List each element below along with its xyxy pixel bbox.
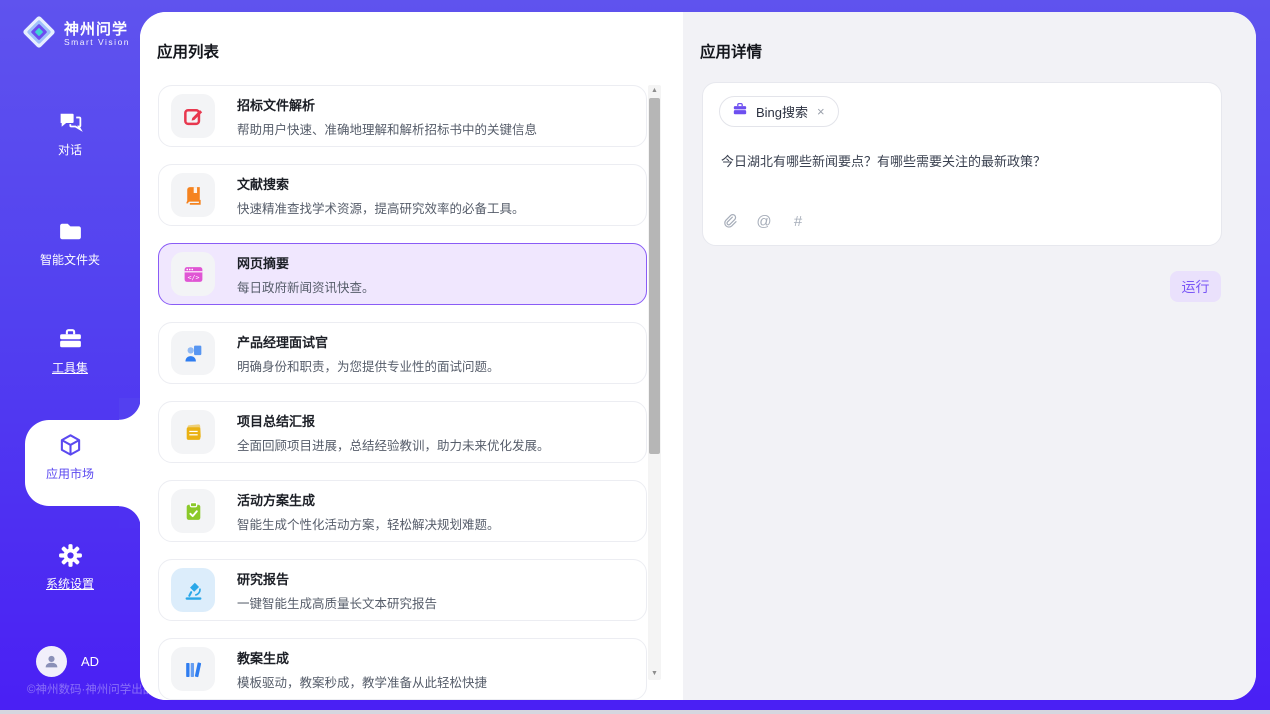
person-icon [42,652,61,671]
app-card[interactable]: 教案生成模板驱动，教案秒成，教学准备从此轻松快捷 [158,638,647,700]
sidebar-item-label: 对话 [58,141,82,158]
browser-code-icon: </> [171,252,215,296]
app-card-description: 一键智能生成高质量长文本研究报告 [237,593,437,612]
book-icon [171,173,215,217]
app-card-description: 全面回顾项目进展，总结经验教训，助力未来优化发展。 [237,435,550,454]
sidebar: 神州问学 Smart Vision 对话智能文件夹工具集应用市场系统设置 AD … [0,0,140,714]
app-detail-panel: 应用详情 Bing搜索 × 今日湖北有哪些新闻要点？有哪些需要关注的最新政策？ … [683,12,1256,700]
diamond-logo-icon [20,13,58,56]
avatar[interactable] [36,646,67,677]
scroll-up-arrow-icon[interactable]: ▲ [648,85,661,97]
sidebar-item-label: 应用市场 [46,465,94,482]
toolbox-icon [57,326,84,353]
sidebar-item-4[interactable]: 应用市场 [0,432,140,482]
sidebar-item-label: 工具集 [52,359,88,376]
clipboard-check-icon [171,489,215,533]
hash-icon[interactable]: # [789,212,807,230]
at-icon[interactable]: @ [755,212,773,230]
prompt-input[interactable]: 今日湖北有哪些新闻要点？有哪些需要关注的最新政策？ [721,151,1205,170]
app-card-title: 文献搜索 [237,174,525,193]
app-list-title: 应用列表 [157,40,219,62]
app-card-description: 模板驱动，教案秒成，教学准备从此轻松快捷 [237,672,487,691]
list-scrollbar[interactable]: ▲ ▼ [648,85,661,680]
app-card[interactable]: 活动方案生成智能生成个性化活动方案，轻松解决规划难题。 [158,480,647,542]
bottom-strip [0,710,1270,714]
app-card-title: 招标文件解析 [237,95,537,114]
scrollbar-thumb[interactable] [649,98,660,454]
brand-logo: 神州问学 Smart Vision [20,13,130,56]
documents-icon [171,410,215,454]
sidebar-item-5[interactable]: 系统设置 [0,542,140,592]
copyright-text: ©神州数码·神州问学出品 [27,681,154,697]
app-card-title: 研究报告 [237,569,437,588]
app-card[interactable]: 项目总结汇报全面回顾项目进展，总结经验教训，助力未来优化发展。 [158,401,647,463]
briefcase-icon [732,101,748,122]
pen-square-icon [171,94,215,138]
run-button[interactable]: 运行 [1170,271,1221,302]
app-card[interactable]: 招标文件解析帮助用户快速、准确地理解和解析招标书中的关键信息 [158,85,647,147]
prompt-card: Bing搜索 × 今日湖北有哪些新闻要点？有哪些需要关注的最新政策？ @ # [702,82,1222,246]
app-card-title: 网页摘要 [237,253,375,272]
sidebar-item-1[interactable]: 对话 [0,108,140,158]
app-card-title: 项目总结汇报 [237,411,550,430]
app-card-description: 帮助用户快速、准确地理解和解析招标书中的关键信息 [237,119,537,138]
user-row[interactable]: AD [36,646,99,677]
sidebar-item-label: 系统设置 [46,575,94,592]
scroll-down-arrow-icon[interactable]: ▼ [648,668,661,680]
folder-icon [57,218,84,245]
app-card[interactable]: </> 网页摘要每日政府新闻资讯快查。 [158,243,647,305]
paperclip-icon[interactable] [721,212,739,230]
gear-icon [57,542,84,569]
brand-name: 神州问学 [64,22,130,38]
microscope-icon [171,568,215,612]
sidebar-item-2[interactable]: 智能文件夹 [0,218,140,268]
sidebar-item-label: 智能文件夹 [40,251,100,268]
cube-icon [57,432,84,459]
svg-text:</>: </> [187,273,199,281]
app-card-description: 明确身份和职责，为您提供专业性的面试问题。 [237,356,500,375]
user-initials: AD [81,654,99,669]
chat-icon [57,108,84,135]
close-icon[interactable]: × [816,104,826,119]
tool-tag-label: Bing搜索 [756,102,808,121]
tool-tag-bing-search[interactable]: Bing搜索 × [719,96,839,127]
sidebar-item-3[interactable]: 工具集 [0,326,140,376]
content-shell: 应用列表 招标文件解析帮助用户快速、准确地理解和解析招标书中的关键信息文献搜索快… [140,12,1256,700]
app-card[interactable]: 研究报告一键智能生成高质量长文本研究报告 [158,559,647,621]
app-card-title: 活动方案生成 [237,490,500,509]
app-card-title: 产品经理面试官 [237,332,500,351]
interviewer-icon [171,331,215,375]
app-card-description: 快速精准查找学术资源，提高研究效率的必备工具。 [237,198,525,217]
app-card-description: 每日政府新闻资讯快查。 [237,277,375,296]
app-card[interactable]: 文献搜索快速精准查找学术资源，提高研究效率的必备工具。 [158,164,647,226]
app-list-panel: 应用列表 招标文件解析帮助用户快速、准确地理解和解析招标书中的关键信息文献搜索快… [140,12,683,700]
app-card-description: 智能生成个性化活动方案，轻松解决规划难题。 [237,514,500,533]
app-detail-title: 应用详情 [700,40,762,62]
app-card-title: 教案生成 [237,648,487,667]
brand-subtitle: Smart Vision [64,38,130,47]
app-card[interactable]: 产品经理面试官明确身份和职责，为您提供专业性的面试问题。 [158,322,647,384]
books-icon [171,647,215,691]
